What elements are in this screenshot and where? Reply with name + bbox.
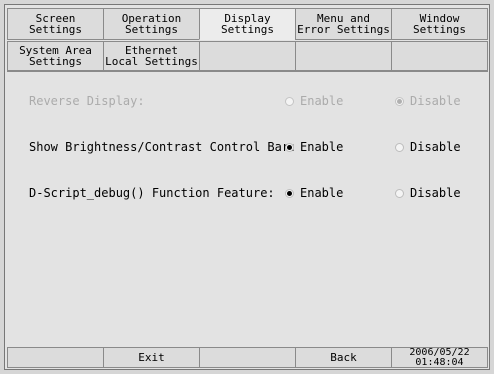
tab-empty-slot xyxy=(199,41,296,71)
bottom-empty-slot xyxy=(7,347,104,368)
radio-selected-icon xyxy=(395,96,404,106)
radio-label: Enable xyxy=(300,94,344,108)
tab-screen-settings[interactable]: Screen Settings xyxy=(7,8,104,40)
radio-label: Disable xyxy=(410,94,461,108)
tab-operation-settings[interactable]: Operation Settings xyxy=(103,8,200,40)
reverse-display-enable-radio: Enable xyxy=(285,94,343,108)
radio-selected-icon xyxy=(285,188,294,198)
tab-display-settings[interactable]: Display Settings xyxy=(199,8,296,40)
tab-label-line2: Settings xyxy=(125,23,178,36)
dscript-debug-disable-radio[interactable]: Disable xyxy=(395,186,461,200)
setting-reverse-display: Reverse Display: Enable Disable xyxy=(29,94,488,110)
tab-label-line2: Settings xyxy=(413,23,466,36)
tab-row-bottom: System Area Settings Ethernet Local Sett… xyxy=(7,41,488,71)
settings-window: Screen Settings Operation Settings Displ… xyxy=(4,4,490,370)
tab-menu-error-settings[interactable]: Menu and Error Settings xyxy=(295,8,392,40)
display-settings-panel: Reverse Display: Enable Disable Show Bri… xyxy=(7,71,488,348)
tab-label-line2: Settings xyxy=(29,23,82,36)
exit-button[interactable]: Exit xyxy=(103,347,200,368)
setting-dscript-debug: D-Script_debug() Function Feature: Enabl… xyxy=(29,186,488,202)
tab-empty-slot xyxy=(391,41,488,71)
tab-empty-slot xyxy=(295,41,392,71)
bottom-empty-slot xyxy=(199,347,296,368)
bottom-bar: Exit Back 2006/05/22 01:48:04 xyxy=(7,347,488,368)
setting-label: Show Brightness/Contrast Control Bar: xyxy=(29,140,297,154)
tab-label-line2: Error Settings xyxy=(297,23,390,36)
tab-label-line2: Local Settings xyxy=(105,55,198,68)
brightness-bar-disable-radio[interactable]: Disable xyxy=(395,140,461,154)
radio-unselected-icon xyxy=(285,96,294,106)
datetime-display: 2006/05/22 01:48:04 xyxy=(391,347,488,368)
tab-row-top: Screen Settings Operation Settings Displ… xyxy=(7,8,488,40)
tab-window-settings[interactable]: Window Settings xyxy=(391,8,488,40)
radio-label: Disable xyxy=(410,186,461,200)
radio-label: Enable xyxy=(300,186,344,200)
date-text: 2006/05/22 xyxy=(409,346,470,358)
tab-label-line2: Settings xyxy=(29,55,82,68)
time-text: 01:48:04 xyxy=(415,356,464,368)
tab-label-line2: Settings xyxy=(221,23,274,36)
radio-unselected-icon xyxy=(395,142,404,152)
back-button[interactable]: Back xyxy=(295,347,392,368)
tab-system-area-settings[interactable]: System Area Settings xyxy=(7,41,104,71)
dscript-debug-enable-radio[interactable]: Enable xyxy=(285,186,343,200)
radio-unselected-icon xyxy=(395,188,404,198)
setting-label: Reverse Display: xyxy=(29,94,145,108)
radio-selected-icon xyxy=(285,142,294,152)
tab-ethernet-local-settings[interactable]: Ethernet Local Settings xyxy=(103,41,200,71)
brightness-bar-enable-radio[interactable]: Enable xyxy=(285,140,343,154)
radio-label: Enable xyxy=(300,140,344,154)
radio-label: Disable xyxy=(410,140,461,154)
setting-label: D-Script_debug() Function Feature: xyxy=(29,186,275,200)
setting-brightness-contrast-bar: Show Brightness/Contrast Control Bar: En… xyxy=(29,140,488,156)
reverse-display-disable-radio: Disable xyxy=(395,94,461,108)
